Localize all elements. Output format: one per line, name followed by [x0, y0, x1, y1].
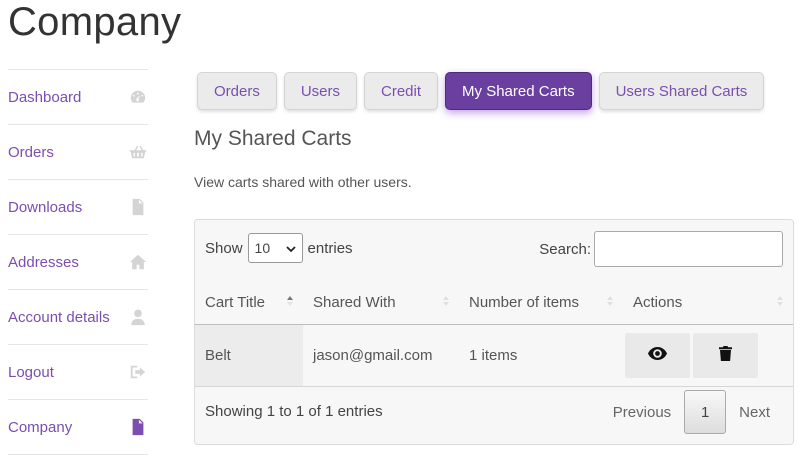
document-icon	[128, 417, 148, 437]
file-download-icon	[128, 197, 148, 217]
sidebar-item-dashboard[interactable]: Dashboard	[8, 70, 148, 125]
column-header-label: Actions	[633, 293, 683, 311]
search-label: Search:	[539, 240, 591, 258]
sidebar-item-label: Downloads	[8, 198, 83, 216]
sidebar-item-label: Addresses	[8, 253, 79, 271]
show-label: Show	[205, 239, 243, 257]
section-title: My Shared Carts	[194, 127, 352, 150]
page-length-value: 10	[254, 240, 271, 256]
home-icon	[128, 252, 148, 272]
sidebar-item-company[interactable]: Company	[8, 400, 148, 455]
search-input[interactable]	[594, 231, 783, 267]
column-header-label: Shared With	[313, 293, 396, 311]
eye-icon	[648, 347, 667, 364]
entries-label: entries	[307, 239, 353, 257]
column-header-label: Number of items	[469, 293, 580, 311]
sort-icon	[777, 294, 783, 308]
sidebar-item-account-details[interactable]: Account details	[8, 290, 148, 345]
sidebar-item-label: Dashboard	[8, 88, 82, 106]
shared-carts-table-panel: Show 10 entries Search: Cart Title Share…	[194, 219, 794, 445]
page: Company Dashboard Orders Downloads Addre…	[0, 0, 801, 462]
sidebar-item-label: Orders	[8, 143, 54, 161]
page-length-select[interactable]: 10	[247, 233, 303, 263]
company-tabs: Orders Users Credit My Shared Carts User…	[197, 72, 765, 110]
dashboard-gauge-icon	[128, 87, 148, 107]
user-icon	[128, 307, 148, 327]
sort-icon	[607, 294, 613, 308]
sign-out-icon	[128, 362, 148, 382]
column-header-cart-title[interactable]: Cart Title	[195, 280, 303, 324]
sidebar-item-label: Logout	[8, 363, 54, 381]
sort-ascending-icon	[287, 294, 293, 308]
sidebar-item-logout[interactable]: Logout	[8, 345, 148, 400]
section-description: View carts shared with other users.	[194, 174, 412, 190]
column-header-actions[interactable]: Actions	[623, 280, 793, 324]
column-header-label: Cart Title	[205, 293, 266, 311]
tab-my-shared-carts[interactable]: My Shared Carts	[445, 72, 592, 110]
basket-icon	[128, 142, 148, 162]
sidebar-item-label: Account details	[8, 308, 110, 326]
cell-shared-with: jason@gmail.com	[303, 325, 459, 386]
next-page-button[interactable]: Next	[726, 390, 783, 434]
tab-users[interactable]: Users	[283, 72, 358, 110]
cell-cart-title: Belt	[195, 325, 303, 386]
sidebar-item-orders[interactable]: Orders	[8, 125, 148, 180]
chevron-down-icon	[285, 240, 296, 256]
column-header-shared-with[interactable]: Shared With	[303, 280, 459, 324]
table-row: Belt jason@gmail.com 1 items	[195, 325, 793, 387]
page-length-control: Show 10 entries	[205, 233, 353, 263]
sidebar-item-addresses[interactable]: Addresses	[8, 235, 148, 290]
sidebar-item-label: Company	[8, 418, 73, 436]
cell-actions	[625, 325, 793, 386]
delete-cart-button[interactable]	[693, 333, 758, 378]
table-info: Showing 1 to 1 of 1 entries	[205, 403, 383, 420]
sort-icon	[443, 294, 449, 308]
account-sidebar: Dashboard Orders Downloads Addresses Acc…	[8, 69, 148, 455]
view-cart-button[interactable]	[625, 333, 690, 378]
trash-icon	[719, 346, 732, 365]
cell-number-of-items: 1 items	[459, 325, 625, 386]
pagination: Previous 1 Next	[600, 390, 783, 434]
page-1-button[interactable]: 1	[684, 390, 727, 434]
page-title: Company	[8, 0, 182, 44]
sidebar-item-downloads[interactable]: Downloads	[8, 180, 148, 235]
table-header: Cart Title Shared With Number of items A…	[195, 280, 793, 325]
tab-orders[interactable]: Orders	[197, 72, 277, 110]
previous-page-button[interactable]: Previous	[600, 390, 684, 434]
tab-users-shared-carts[interactable]: Users Shared Carts	[598, 72, 765, 110]
search-control: Search:	[539, 231, 783, 267]
tab-credit[interactable]: Credit	[364, 72, 439, 110]
column-header-number-of-items[interactable]: Number of items	[459, 280, 623, 324]
